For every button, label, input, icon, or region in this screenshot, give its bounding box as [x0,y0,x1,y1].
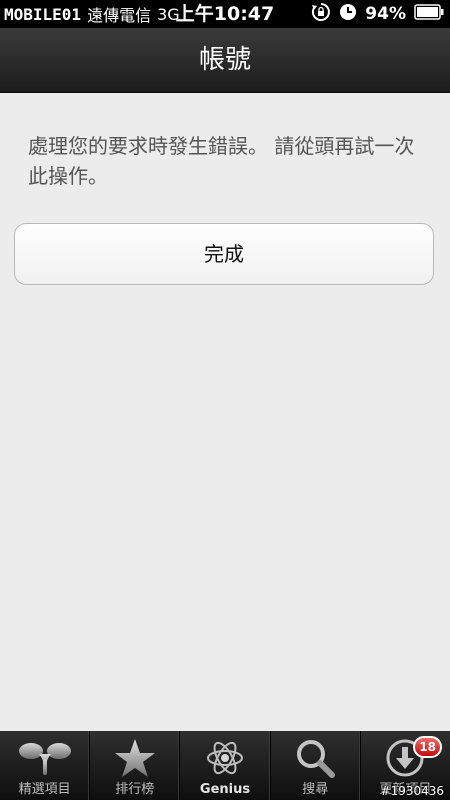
battery-icon [414,4,444,24]
star-icon [90,737,179,779]
main-content: 處理您的要求時發生錯誤。 請從頭再試一次此操作。 完成 [0,93,450,731]
status-bar: MOBILE01 遠傳電信 3G 上午10:47 94% [0,0,450,28]
page-title: 帳號 [198,45,251,75]
navigation-bar: 帳號 [0,28,450,93]
watermark-id: #1930436 [380,784,445,798]
featured-icon [0,737,89,779]
update-count-badge: 18 [413,736,443,758]
tab-featured[interactable]: 精選項目 [0,731,91,800]
rotation-lock-icon [311,2,331,26]
tab-top-charts-label: 排行榜 [115,782,155,797]
tab-search-label: 搜尋 [302,782,329,797]
alarm-clock-icon [339,3,357,25]
battery-percent: 94% [365,4,406,24]
status-right: 94% [311,0,444,28]
search-icon [271,737,360,779]
tab-genius-label: Genius [199,782,251,797]
app-screen: MOBILE01 遠傳電信 3G 上午10:47 94% 帳號 處理您的要求時發… [0,0,450,800]
tab-featured-label: 精選項目 [18,782,71,797]
atom-icon [180,737,269,779]
tab-bar: 精選項目 排行榜 Genius 搜尋 18 更新項目 #1930436 [0,731,450,800]
tab-search[interactable]: 搜尋 [271,731,361,800]
tab-updates[interactable]: 18 更新項目 #1930436 [361,731,450,800]
error-message: 處理您的要求時發生錯誤。 請從頭再試一次此操作。 [28,134,415,188]
tab-genius[interactable]: Genius [180,731,271,800]
tab-top-charts[interactable]: 排行榜 [90,731,181,800]
done-button[interactable]: 完成 [14,223,434,285]
